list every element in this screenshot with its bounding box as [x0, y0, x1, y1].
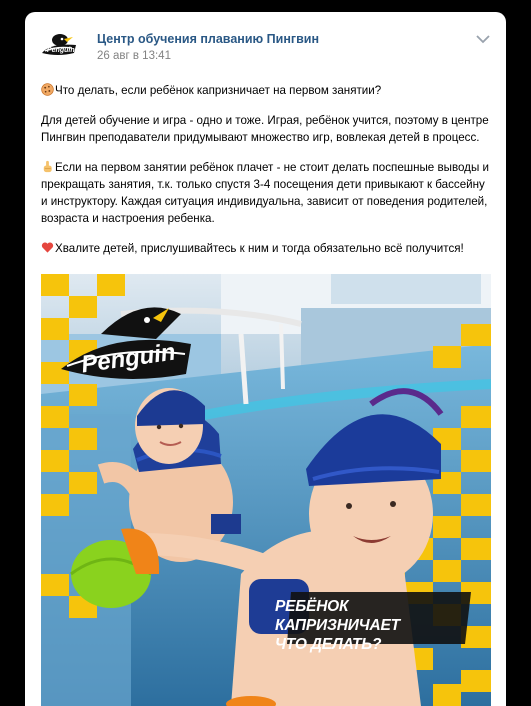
post-paragraph-praise: Хвалите детей, прислушивайтесь к ним и т… [55, 242, 464, 255]
post-text: Что делать, если ребёнок капризничает на… [41, 82, 493, 270]
post-image[interactable]: Penguin РЕБЁНОК КАПРИЗНИЧАЕТ ЧТО ДЕЛАТЬ? [41, 274, 491, 706]
caption-line-1: РЕБЁНОК КАПРИЗНИЧАЕТ [275, 598, 400, 634]
post-paragraph-crying: Если на первом занятии ребёнок плачет - … [41, 161, 489, 225]
post-paragraph-games: Для детей обучение и игра - одно и тоже.… [41, 114, 489, 144]
heart-icon [41, 242, 54, 253]
image-caption: РЕБЁНОК КАПРИЗНИЧАЕТ ЧТО ДЕЛАТЬ? [275, 597, 471, 654]
author-name[interactable]: Центр обучения плаванию Пингвин [97, 32, 319, 46]
cookie-emoji-icon [41, 83, 54, 96]
svg-text:Penguin: Penguin [47, 47, 75, 54]
post-line-question: Что делать, если ребёнок капризничает на… [55, 84, 382, 97]
penguin-logo-icon: Penguin [42, 34, 76, 55]
author-avatar[interactable]: Penguin [39, 26, 79, 66]
post-card: Penguin Центр обучения плаванию Пингвин … [25, 12, 506, 706]
pointing-finger-icon [43, 160, 52, 173]
post-header: Penguin Центр обучения плаванию Пингвин … [25, 12, 506, 72]
caption-line-2: ЧТО ДЕЛАТЬ? [275, 636, 382, 653]
post-date[interactable]: 26 авг в 13:41 [97, 50, 171, 62]
chevron-down-icon[interactable] [476, 34, 490, 44]
